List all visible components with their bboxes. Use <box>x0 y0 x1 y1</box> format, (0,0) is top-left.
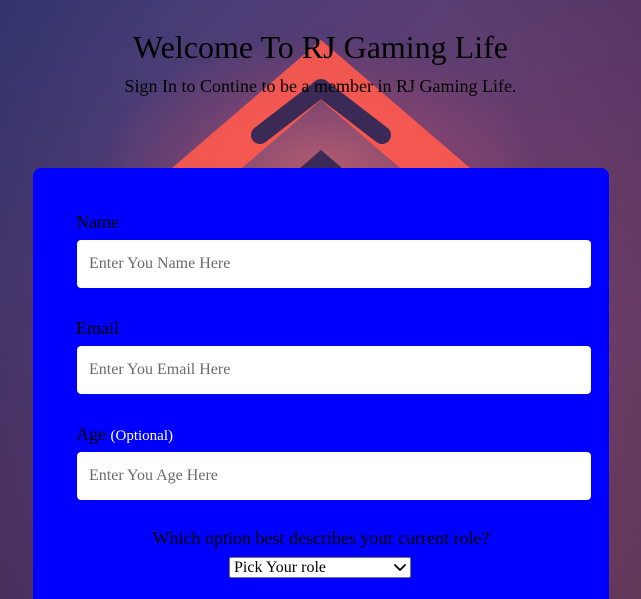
age-input[interactable] <box>77 452 591 500</box>
name-input[interactable] <box>77 240 591 288</box>
role-select-value: Pick Your role <box>234 558 327 576</box>
chevron-down-icon <box>394 562 406 574</box>
page-header: Welcome To RJ Gaming Life Sign In to Con… <box>0 28 641 97</box>
email-input[interactable] <box>77 346 591 394</box>
age-optional-note: (Optional) <box>110 428 173 444</box>
name-label: Name <box>76 212 119 232</box>
page-title: Welcome To RJ Gaming Life <box>133 29 508 65</box>
age-label-group: Age (Optional) <box>76 423 173 447</box>
page-subtitle: Sign In to Contine to be a member in RJ … <box>124 76 517 96</box>
role-select[interactable]: Pick Your role <box>229 557 411 578</box>
role-question: Which option best describes your current… <box>152 528 490 548</box>
sign-in-form: Name Email Age (Optional) Which option b… <box>33 168 609 599</box>
age-label: Age <box>76 424 106 444</box>
email-label: Email <box>76 318 119 338</box>
